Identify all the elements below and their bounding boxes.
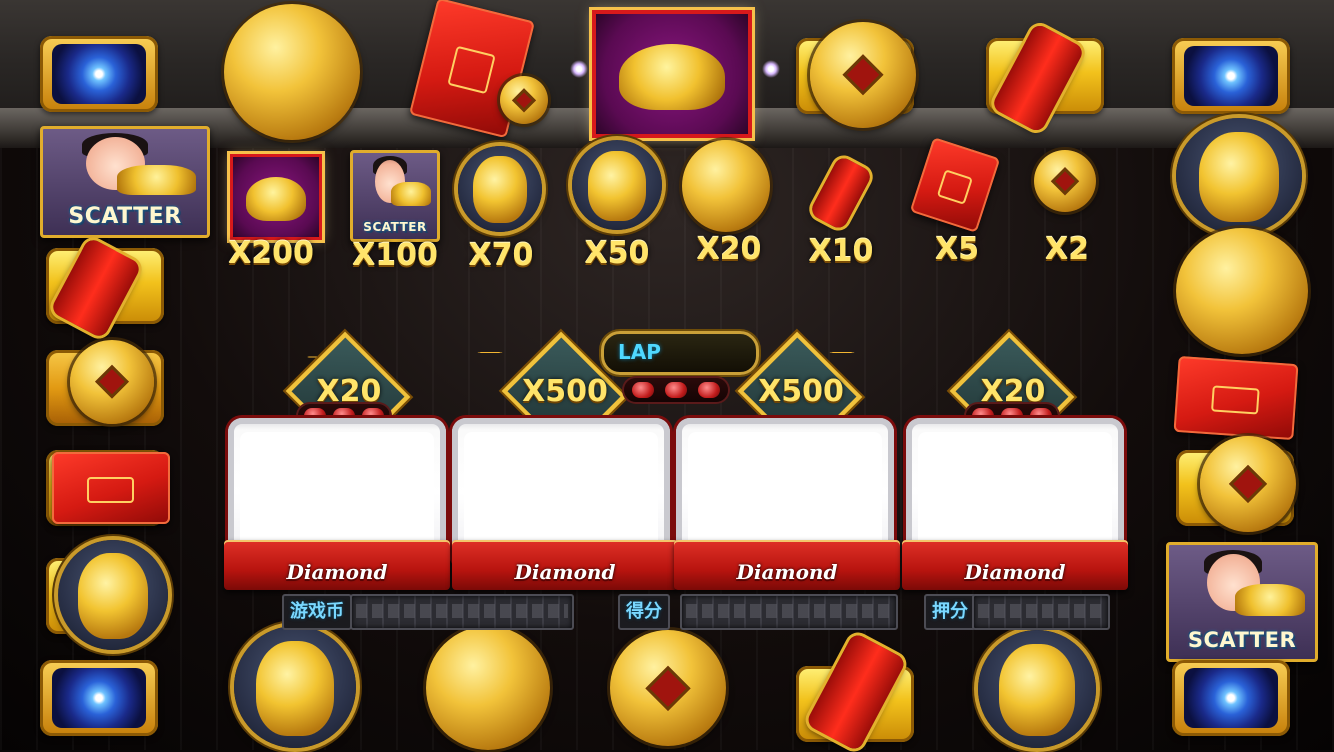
scatter-label: SCATTER [363,219,427,234]
laughing-buddha-icon [1176,118,1302,234]
badge-value: X500 [758,374,844,409]
reel-ribbon: Diamond [452,540,678,590]
sparkle-icon [570,60,588,78]
copper-coin-icon [70,340,154,424]
multiplier-label: X5 [934,232,979,267]
golden-carp-icon [224,4,360,140]
sparkle-icon [762,60,780,78]
golden-carp-icon [682,140,770,232]
laughing-buddha-icon [458,146,542,232]
bet-label: 押分 [924,594,976,630]
scatter-boy-icon: SCATTER [350,150,440,242]
scatter-symbol: SCATTER [1166,542,1318,662]
lap-label: LAP [618,340,661,364]
copper-coin-icon [610,630,726,746]
multiplier-label: X70 [468,238,534,273]
ribbon-label: Diamond [514,560,616,584]
coin-small-icon [500,76,548,124]
red-envelope-icon [52,452,170,524]
multiplier-badge-center-left: X500 [500,331,630,457]
golden-carp-icon [1176,228,1308,354]
multiplier-label: X50 [584,236,650,271]
win-label: 得分 [618,594,670,630]
bet-meter [972,594,1110,630]
badge-value: X500 [522,374,608,409]
swirl-icon [40,36,158,112]
reel-ribbon: Diamond [902,540,1128,590]
ribbon-label: Diamond [964,560,1066,584]
multiplier-label: X10 [808,234,874,269]
multiplier-label: X2 [1044,232,1089,267]
golden-toad-icon [230,154,322,240]
copper-coin-icon [1034,150,1096,212]
ribbon-label: Diamond [736,560,838,584]
led-indicator [624,378,728,402]
golden-carp-icon [426,626,550,750]
ruyi-scepter-icon [572,140,662,230]
credits-label: 游戏币 [282,594,352,630]
multiplier-label: X200 [228,236,314,271]
copper-coin-icon [810,22,916,128]
golden-toad-icon [592,10,752,138]
swirl-icon [40,660,158,736]
multiplier-label: X100 [352,238,438,273]
ruyi-scepter-icon [58,540,168,650]
credits-meter [350,594,574,630]
red-envelope-icon [1173,355,1299,441]
multiplier-badge-center-right: X500 [736,331,866,457]
laughing-buddha-icon [234,626,356,748]
scatter-label: SCATTER [68,203,182,229]
ribbon-label: Diamond [286,560,388,584]
reel-ribbon: Diamond [224,540,450,590]
scatter-symbol: SCATTER [40,126,210,238]
ruyi-scepter-icon [978,630,1096,748]
scatter-label: SCATTER [1187,628,1297,653]
multiplier-label: X20 [696,232,762,267]
copper-coin-icon [1200,436,1296,532]
win-meter [680,594,898,630]
reel-ribbon: Diamond [674,540,900,590]
swirl-icon [1172,660,1290,736]
swirl-icon [1172,38,1290,114]
